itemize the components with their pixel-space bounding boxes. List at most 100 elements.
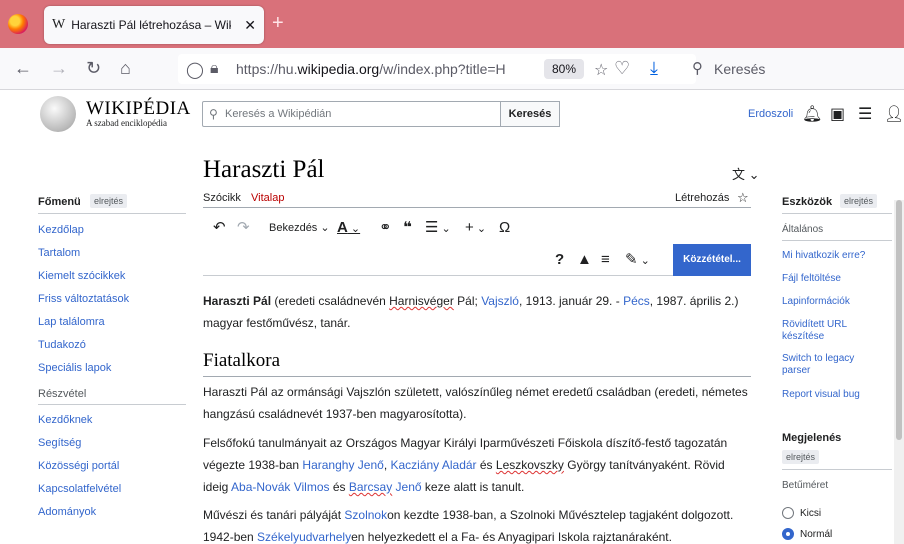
user-link[interactable]: Erdoszoli [748, 108, 793, 120]
chevron-down-icon: ⌄ [745, 167, 760, 182]
notices-icon[interactable]: ▣ [830, 104, 845, 124]
browser-search-placeholder: Keresés [714, 61, 766, 77]
link-szekelyudvarhely[interactable]: Székelyudvarhely [257, 530, 351, 544]
wikipedia-globe-logo[interactable] [40, 96, 76, 132]
shield-icon[interactable]: ◯ [186, 60, 204, 80]
tools-link[interactable]: Lapinformációk [782, 296, 850, 308]
wikipedia-tagline: A szabad enciklopédia [86, 118, 167, 128]
paragraph-career[interactable]: Művészi és tanári pályáját Szolnokon kez… [203, 504, 751, 544]
tab-talk[interactable]: Vitalap [251, 192, 284, 204]
back-icon[interactable]: ← [14, 58, 32, 78]
publish-button[interactable]: Közzététel... [673, 244, 751, 276]
link-barcsay[interactable]: Barcsay Jenő [349, 480, 422, 494]
warning-icon[interactable]: ▲ [577, 250, 592, 270]
sidebar-link[interactable]: Kapcsolatfelvétel [38, 483, 121, 495]
wikipedia-favicon-icon: W [52, 17, 66, 32]
tools-link[interactable]: Rövidített URL készítése [782, 319, 872, 343]
cite-icon[interactable]: ❝ [403, 218, 412, 238]
sidebar-link[interactable]: Speciális lapok [38, 362, 111, 374]
page-tabs: Szócikk Vitalap Létrehozás ☆ [203, 190, 751, 208]
sidebar-link[interactable]: Lap találomra [38, 316, 105, 328]
bookmark-star-icon[interactable]: ☆ [594, 60, 608, 80]
general-heading: Általános [782, 224, 824, 235]
font-size-small-label[interactable]: Kicsi [800, 508, 821, 519]
tools-link[interactable]: Report visual bug [782, 389, 860, 401]
tools-link[interactable]: Switch to legacy parser [782, 353, 872, 377]
link-pecs[interactable]: Pécs [623, 294, 650, 308]
divider [782, 213, 892, 214]
bell-icon[interactable]: 🔔︎ [802, 104, 822, 124]
tools-link[interactable]: Mi hivatkozik erre? [782, 250, 865, 262]
page-options-icon[interactable]: ≡ [601, 250, 610, 270]
wikipedia-wordmark[interactable]: WIKIPÉDIA [86, 98, 191, 120]
new-tab-button[interactable]: + [272, 12, 284, 35]
divider [782, 469, 892, 470]
url-text[interactable]: https://hu.wikipedia.org/w/index.php?tit… [236, 61, 506, 77]
sidebar-link[interactable]: Friss változtatások [38, 293, 129, 305]
sidebar-link[interactable]: Segítség [38, 437, 81, 449]
link-aba-novak[interactable]: Aba-Novák Vilmos [231, 480, 329, 494]
link-icon[interactable]: ⚭ [379, 218, 392, 238]
sidebar-link[interactable]: Tudakozó [38, 339, 86, 351]
tab-close-button[interactable]: ✕ [244, 17, 256, 34]
wiki-search-button[interactable]: Keresés [500, 101, 560, 127]
watchlist-icon[interactable]: ☰ [858, 104, 872, 124]
appearance-title: Megjelenés [782, 432, 842, 444]
undo-icon[interactable]: ↶ [213, 218, 226, 238]
special-char-icon[interactable]: Ω [499, 218, 510, 238]
browser-search-box[interactable]: ⚲ Keresés [680, 54, 870, 84]
sidebar-link[interactable]: Kezdőlap [38, 224, 84, 236]
edit-mode-icon[interactable]: ✎ ⌄ [625, 250, 650, 271]
home-icon[interactable]: ⌂ [120, 58, 131, 78]
lock-icon[interactable]: 🔒︎ [210, 60, 219, 78]
browser-tab-bar: W Haraszti Pál létrehozása – Wikipédia ✕… [0, 0, 904, 48]
insert-icon[interactable]: + ⌄ [465, 218, 486, 239]
download-icon[interactable]: ⤓ [650, 58, 658, 78]
sidebar-link[interactable]: Közösségi portál [38, 460, 119, 472]
zoom-indicator[interactable]: 80% [544, 59, 584, 79]
redo-icon[interactable]: ↷ [237, 218, 250, 238]
reload-icon[interactable]: ↻ [86, 58, 101, 78]
link-szolnok[interactable]: Szolnok [344, 508, 387, 522]
forward-icon[interactable]: → [50, 58, 68, 78]
list-icon[interactable]: ☰ ⌄ [425, 218, 451, 239]
search-icon: ⚲ [692, 60, 703, 77]
sidebar-link[interactable]: Kiemelt szócikkek [38, 270, 125, 282]
pocket-icon[interactable]: ♡ [614, 58, 630, 78]
tab-create[interactable]: Létrehozás [675, 192, 729, 204]
user-menu-icon[interactable]: 👤︎ [884, 104, 904, 124]
format-dropdown[interactable]: Bekezdés ⌄ [269, 218, 330, 238]
link-kacziany[interactable]: Kacziány Aladár [390, 458, 476, 472]
divider [38, 404, 186, 405]
browser-tab-active[interactable]: W Haraszti Pál létrehozása – Wikipédia ✕ [44, 6, 264, 44]
appearance-hide-button[interactable]: elrejtés [782, 450, 820, 464]
participation-heading: Részvétel [38, 388, 87, 400]
search-icon: ⚲ [209, 107, 218, 121]
language-button[interactable]: 文 ⌄ [732, 164, 760, 183]
watch-star-icon[interactable]: ☆ [737, 190, 749, 206]
tools-hide-button[interactable]: elrejtés [840, 194, 878, 208]
text-style-icon[interactable]: A ⌄ [337, 218, 360, 239]
sidebar-link[interactable]: Adományok [38, 506, 96, 518]
link-haranghy[interactable]: Haranghy Jenő [302, 458, 383, 472]
main-menu-hide-button[interactable]: elrejtés [90, 194, 128, 208]
translate-icon: 文 [732, 167, 746, 182]
font-size-normal-label[interactable]: Normál [800, 529, 832, 540]
font-size-heading: Betűméret [782, 480, 829, 491]
tools-title: Eszközök [782, 196, 833, 208]
help-icon[interactable]: ? [555, 250, 564, 270]
tools-link[interactable]: Fájl feltöltése [782, 273, 841, 285]
sidebar-link[interactable]: Kezdőknek [38, 414, 92, 426]
firefox-logo-icon[interactable] [8, 14, 28, 34]
scrollbar-thumb[interactable] [896, 200, 902, 440]
paragraph-early-life[interactable]: Haraszti Pál az ormánsági Vajszlón szüle… [203, 381, 751, 425]
paragraph-intro[interactable]: Haraszti Pál (eredeti családnevén Harnis… [203, 290, 751, 334]
paragraph-studies[interactable]: Felsőfokú tanulmányait az Országos Magya… [203, 432, 751, 498]
browser-nav-bar: ← → ↻ ⌂ ◯ 🔒︎ https://hu.wikipedia.org/w/… [0, 48, 904, 90]
tab-article[interactable]: Szócikk [203, 192, 241, 204]
link-vajszlo[interactable]: Vajszló [481, 294, 519, 308]
section-heading[interactable]: Fiatalkora [203, 350, 751, 377]
font-size-normal-radio[interactable] [782, 528, 794, 540]
sidebar-link[interactable]: Tartalom [38, 247, 80, 259]
font-size-small-radio[interactable] [782, 507, 794, 519]
